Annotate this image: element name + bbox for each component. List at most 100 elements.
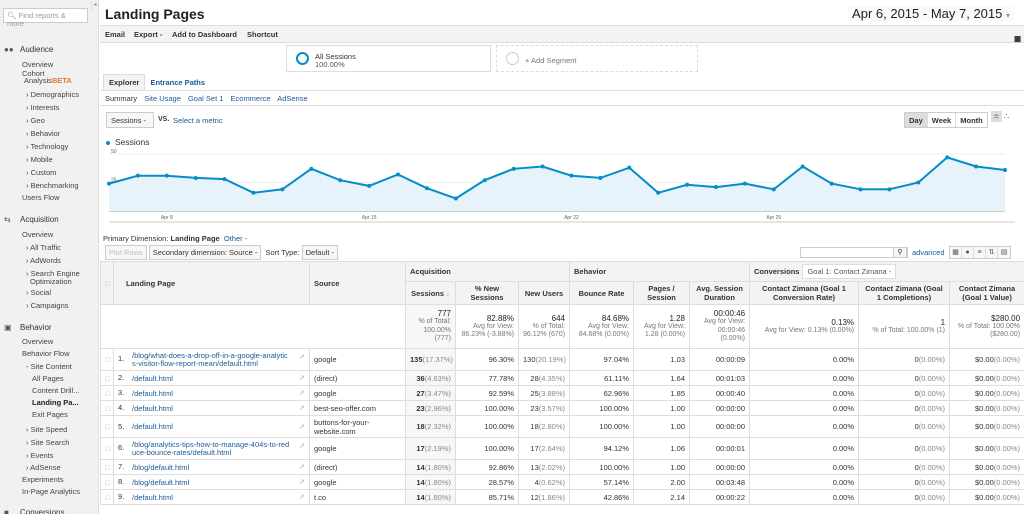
external-link-icon[interactable]: ⇗ bbox=[299, 352, 305, 361]
data-point[interactable] bbox=[193, 175, 198, 180]
data-point[interactable] bbox=[771, 187, 776, 192]
search-icon[interactable]: ⚲ bbox=[893, 247, 907, 258]
external-link-icon[interactable]: ⇗ bbox=[299, 441, 305, 450]
row-checkbox[interactable]: □ bbox=[100, 489, 114, 505]
data-point[interactable] bbox=[511, 166, 516, 171]
table-row[interactable]: □ 9. /default.html ⇗ t.co 14(1.80%) 85.71%… bbox=[100, 489, 1024, 505]
sidebar-item-social[interactable]: › Social bbox=[26, 289, 51, 297]
col-new-sessions-pct[interactable]: % New Sessions bbox=[455, 281, 519, 305]
data-point[interactable] bbox=[627, 165, 632, 170]
table-row[interactable]: □ 7. /blog/default.html ⇗ (direct) 14(1.80… bbox=[100, 459, 1024, 475]
data-point[interactable] bbox=[540, 164, 545, 169]
external-link-icon[interactable]: ⇗ bbox=[299, 403, 305, 412]
data-point[interactable] bbox=[1003, 167, 1007, 172]
sidebar-item-adwords[interactable]: › AdWords bbox=[26, 257, 61, 265]
data-table-view-icon[interactable]: ▦ bbox=[950, 247, 962, 258]
data-point[interactable] bbox=[164, 173, 169, 178]
table-row[interactable]: □ 1. /blog/what-does-a-drop-off-in-a-goog… bbox=[100, 348, 1024, 371]
col-landing-page[interactable]: Landing Page bbox=[113, 261, 310, 305]
landing-page-link[interactable]: /blog/analytics-tips-how-to-manage-404s-… bbox=[132, 440, 290, 457]
data-point[interactable] bbox=[598, 175, 603, 180]
performance-view-icon[interactable]: ≡ bbox=[974, 247, 986, 258]
table-row[interactable]: □ 8. /blog/default.html ⇗ google 14(1.80%)… bbox=[100, 474, 1024, 490]
table-row[interactable]: □ 3. /default.html ⇗ google 27(3.47%) 92.5… bbox=[100, 385, 1024, 401]
external-link-icon[interactable]: ⇗ bbox=[299, 422, 305, 431]
motion-chart-icon[interactable]: ∴ bbox=[1004, 112, 1009, 121]
external-link-icon[interactable]: ⇗ bbox=[299, 462, 305, 471]
tab-entrance-paths[interactable]: Entrance Paths bbox=[145, 75, 210, 90]
landing-page-link[interactable]: /default.html bbox=[132, 374, 290, 383]
row-checkbox[interactable]: □ bbox=[100, 437, 114, 460]
table-filter-input[interactable] bbox=[800, 247, 908, 258]
data-point[interactable] bbox=[887, 187, 892, 192]
sidebar-item-custom[interactable]: › Custom bbox=[26, 169, 56, 177]
data-point[interactable] bbox=[945, 155, 950, 160]
sidebar-section-acquisition[interactable]: ⇆ Acquisition bbox=[4, 215, 59, 224]
data-point[interactable] bbox=[338, 178, 343, 183]
table-row[interactable]: □ 6. /blog/analytics-tips-how-to-manage-4… bbox=[100, 437, 1024, 460]
tab-explorer[interactable]: Explorer bbox=[103, 74, 146, 90]
sidebar-item-users-flow[interactable]: Users Flow bbox=[22, 194, 60, 202]
landing-page-link[interactable]: /blog/default.html bbox=[132, 463, 290, 472]
sidebar-item-site-speed[interactable]: › Site Speed bbox=[26, 426, 67, 434]
sidebar-item-geo[interactable]: › Geo bbox=[26, 117, 45, 125]
col-goal1-value[interactable]: Contact Zimana (Goal 1 Value) bbox=[949, 281, 1024, 305]
subtab-site-usage[interactable]: Site Usage bbox=[144, 94, 181, 103]
data-point[interactable] bbox=[280, 187, 285, 192]
sidebar-item-beh-overview[interactable]: Overview bbox=[22, 338, 53, 346]
sidebar-item-site-search[interactable]: › Site Search bbox=[26, 439, 69, 447]
col-source[interactable]: Source bbox=[309, 261, 406, 305]
data-point[interactable] bbox=[251, 190, 256, 195]
search-reports-input[interactable]: 🔍︎ Find reports & more bbox=[3, 8, 88, 28]
sidebar-section-behavior[interactable]: ▣ Behavior bbox=[4, 323, 52, 332]
subtab-summary[interactable]: Summary bbox=[105, 94, 137, 103]
row-checkbox[interactable]: □ bbox=[100, 415, 114, 438]
data-point[interactable] bbox=[396, 172, 401, 177]
data-point[interactable] bbox=[222, 177, 227, 182]
sidebar-section-conversions[interactable]: ■ Conversions bbox=[4, 508, 64, 514]
col-goal1-completions[interactable]: Contact Zimana (Goal 1 Completions) bbox=[858, 281, 951, 305]
data-point[interactable] bbox=[453, 196, 458, 201]
data-point[interactable] bbox=[309, 166, 314, 171]
subtab-ecommerce[interactable]: Ecommerce bbox=[231, 94, 271, 103]
data-point[interactable] bbox=[424, 186, 429, 191]
subtab-goal-set-1[interactable]: Goal Set 1 bbox=[188, 94, 223, 103]
data-point[interactable] bbox=[656, 190, 661, 195]
data-point[interactable] bbox=[135, 173, 140, 178]
col-bounce-rate[interactable]: Bounce Rate bbox=[569, 281, 635, 305]
row-checkbox[interactable]: □ bbox=[100, 370, 114, 386]
row-checkbox[interactable]: □ bbox=[100, 400, 114, 416]
col-sessions[interactable]: Sessions ↓ bbox=[405, 281, 456, 305]
advanced-filter-link[interactable]: advanced bbox=[912, 248, 945, 257]
sidebar-item-overview[interactable]: Overview bbox=[22, 61, 53, 69]
select-all-checkbox[interactable]: □ bbox=[100, 261, 114, 305]
landing-page-link[interactable]: /default.html bbox=[132, 423, 290, 431]
metric-select[interactable]: Sessions - bbox=[106, 112, 154, 128]
sidebar-item-experiments[interactable]: Experiments bbox=[22, 476, 64, 484]
landing-page-link[interactable]: /default.html bbox=[132, 404, 290, 413]
data-point[interactable] bbox=[829, 181, 834, 186]
table-row[interactable]: □ 2. /default.html ⇗ (direct) 36(4.63%) 77… bbox=[100, 370, 1024, 386]
export-button[interactable]: Export - bbox=[134, 30, 162, 39]
granularity-day-button[interactable]: Day bbox=[905, 113, 928, 127]
sidebar-item-technology[interactable]: › Technology bbox=[26, 143, 68, 151]
row-checkbox[interactable]: □ bbox=[100, 385, 114, 401]
sidebar-item-campaigns[interactable]: › Campaigns bbox=[26, 302, 69, 310]
pie-view-icon[interactable]: ● bbox=[962, 247, 974, 258]
sidebar-item-mobile[interactable]: › Mobile bbox=[26, 156, 53, 164]
landing-page-link[interactable]: /default.html bbox=[132, 493, 290, 502]
granularity-month-button[interactable]: Month bbox=[956, 113, 987, 127]
goal-select[interactable]: Goal 1: Contact Zimana - bbox=[802, 264, 897, 279]
external-link-icon[interactable]: ⇗ bbox=[299, 477, 305, 486]
sidebar-item-landing-pages[interactable]: Landing Pa... bbox=[32, 399, 79, 407]
collapse-sidebar-button[interactable]: ◂ bbox=[91, 1, 98, 11]
data-point[interactable] bbox=[858, 187, 863, 192]
sidebar-item-events[interactable]: › Events bbox=[26, 452, 54, 460]
col-pages-per-session[interactable]: Pages / Session bbox=[633, 281, 691, 305]
select-metric-link[interactable]: Select a metric bbox=[173, 116, 223, 125]
sidebar-item-demographics[interactable]: › Demographics bbox=[26, 91, 79, 99]
subtab-adsense[interactable]: AdSense bbox=[277, 94, 307, 103]
sidebar-item-acq-overview[interactable]: Overview bbox=[22, 231, 53, 239]
education-icon[interactable]: ▲ bbox=[1014, 34, 1021, 43]
sort-type-select[interactable]: Default - bbox=[301, 245, 338, 260]
